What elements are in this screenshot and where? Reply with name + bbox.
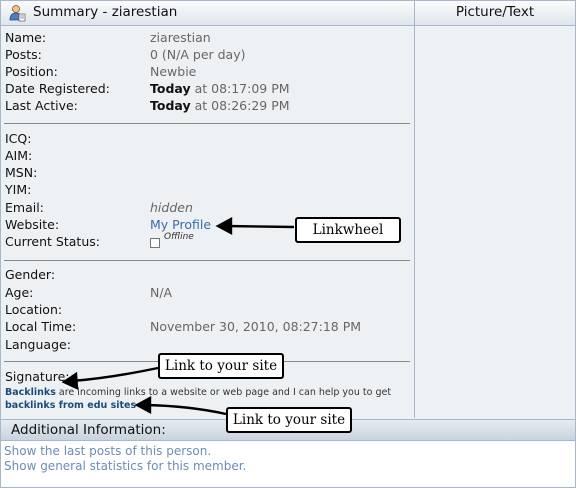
backlinks-edu-link[interactable]: backlinks from edu sites: [5, 400, 136, 411]
website-label: Website:: [5, 217, 60, 232]
local-time-value: November 30, 2010, 08:27:18 PM: [150, 319, 362, 334]
local-time-label: Local Time:: [5, 319, 77, 334]
current-status-label: Current Status:: [5, 234, 100, 249]
divider: [4, 260, 410, 261]
last-active-value: Today at 08:26:29 PM: [150, 98, 290, 113]
date-registered-time: at 08:17:09 PM: [190, 81, 290, 96]
signature-label: Signature:: [5, 369, 70, 384]
backlinks-link[interactable]: Backlinks: [5, 387, 56, 398]
offline-label: Offline: [164, 232, 194, 242]
date-registered-day: Today: [150, 81, 191, 96]
show-last-posts-link[interactable]: Show the last posts of this person.: [4, 444, 211, 458]
linkwheel-callout: Linkwheel: [295, 217, 401, 243]
msn-label: MSN:: [5, 165, 38, 180]
email-label: Email:: [5, 200, 44, 215]
divider: [4, 123, 410, 124]
date-registered-label: Date Registered:: [5, 81, 110, 96]
icq-label: ICQ:: [5, 131, 32, 146]
picture-text-panel: [415, 26, 575, 418]
link-to-site-callout: Link to your site: [158, 353, 284, 379]
age-label: Age:: [5, 285, 34, 300]
age-value: N/A: [150, 285, 173, 300]
yim-label: YIM:: [5, 182, 32, 197]
last-active-label: Last Active:: [5, 98, 78, 113]
picture-text-title: Picture/Text: [455, 4, 535, 20]
language-label: Language:: [5, 337, 71, 352]
offline-status-icon: [150, 238, 160, 248]
additional-info-body: Show the last posts of this person. Show…: [1, 441, 575, 487]
summary-title: Summary - ziarestian: [33, 4, 178, 20]
location-label: Location:: [5, 302, 63, 317]
additional-info-title: Additional Information:: [11, 422, 166, 438]
aim-label: AIM:: [5, 148, 33, 163]
show-statistics-link[interactable]: Show general statistics for this member.: [4, 459, 246, 473]
website-link[interactable]: My Profile: [150, 217, 211, 232]
summary-header: Summary - ziarestian Picture/Text: [1, 1, 575, 26]
last-active-time: at 08:26:29 PM: [190, 98, 290, 113]
posts-value: 0 (N/A per day): [150, 47, 246, 62]
signature-body: are incoming links to a website or web p…: [55, 387, 392, 398]
name-value: ziarestian: [150, 30, 211, 45]
position-value: Newbie: [150, 64, 197, 79]
position-label: Position:: [5, 64, 58, 79]
link-to-site-callout: Link to your site: [226, 407, 352, 433]
date-registered-value: Today at 08:17:09 PM: [150, 81, 290, 96]
user-icon: [8, 4, 26, 22]
last-active-day: Today: [150, 98, 191, 113]
name-label: Name:: [5, 30, 47, 45]
summary-header-left: Summary - ziarestian: [1, 1, 415, 25]
posts-label: Posts:: [5, 47, 42, 62]
gender-label: Gender:: [5, 267, 56, 282]
email-value: hidden: [150, 200, 193, 215]
